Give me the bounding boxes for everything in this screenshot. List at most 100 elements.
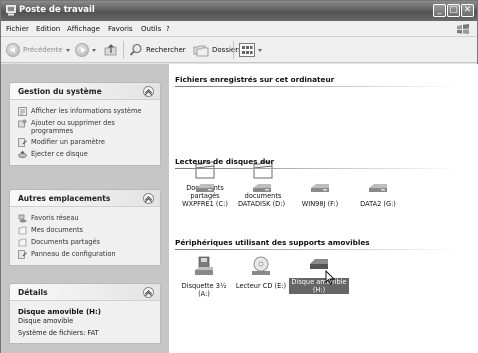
views-button[interactable] — [239, 41, 262, 59]
forward-button[interactable] — [75, 41, 96, 59]
back-label: Précédente — [23, 46, 63, 54]
task-pane: Gestion du système Afficher les informat… — [1, 64, 169, 353]
back-arrow-icon — [6, 43, 20, 57]
toolbar-separator — [123, 41, 124, 59]
item-label: Disquette 3½ — [181, 282, 227, 290]
place-label: Favoris réseau — [31, 214, 79, 222]
collapse-icon[interactable] — [143, 86, 154, 97]
maximize-button[interactable]: □ — [447, 4, 460, 17]
item-drive-f[interactable]: WIN98J (F:) — [297, 182, 343, 208]
task-system-info[interactable]: Afficher les informations système — [18, 107, 152, 116]
task-change-setting[interactable]: Modifier un paramètre — [18, 138, 152, 147]
item-label: DATADISK (D:) — [237, 200, 286, 208]
place-shared-documents[interactable]: Documents partagés — [18, 238, 152, 247]
chevron-down-icon — [92, 48, 96, 52]
item-label: Lecteur CD (E:) — [235, 282, 287, 290]
control-panel-icon — [18, 138, 27, 147]
control-panel-icon — [18, 250, 27, 259]
task-add-remove-programs[interactable]: Ajouter ou supprimer des programmes — [18, 119, 152, 135]
back-button[interactable]: Précédente — [6, 41, 70, 59]
place-label: Mes documents — [31, 226, 83, 234]
forward-arrow-icon — [75, 43, 89, 57]
menu-affichage[interactable]: Affichage — [67, 25, 100, 33]
title-bar[interactable]: Poste de travail _ □ ✕ — [1, 1, 477, 21]
close-button[interactable]: ✕ — [461, 4, 474, 17]
hard-drive-icon — [252, 184, 271, 192]
item-label: (A:) — [198, 290, 210, 298]
item-label: (H:) — [289, 286, 349, 294]
details-filesystem: Système de fichiers: FAT — [18, 329, 99, 337]
add-remove-programs-icon — [18, 119, 27, 128]
item-drive-d[interactable]: DATADISK (D:) — [234, 182, 289, 208]
other-places-header[interactable]: Autres emplacements — [10, 190, 160, 207]
collapse-icon[interactable] — [143, 287, 154, 298]
details-item-name: Disque amovible (H:) — [18, 308, 101, 316]
minimize-button[interactable]: _ — [433, 4, 446, 17]
views-icon — [239, 43, 255, 57]
section-removable-media: Périphériques utilisant des supports amo… — [175, 238, 471, 250]
task-label: Ajouter ou supprimer des programmes — [31, 119, 115, 135]
collapse-icon[interactable] — [143, 193, 154, 204]
task-label: Afficher les informations système — [31, 107, 142, 115]
item-cd-drive-e[interactable]: Lecteur CD (E:) — [233, 256, 289, 290]
other-places-panel: Autres emplacements Favoris réseau Mes d… — [9, 189, 161, 266]
window-title: Poste de travail — [19, 5, 95, 15]
section-divider — [175, 168, 457, 169]
task-eject-disk[interactable]: Éjecter ce disque — [18, 150, 152, 159]
chevron-down-icon — [65, 48, 70, 52]
item-label: Disque amovible — [289, 278, 349, 286]
section-divider — [175, 249, 457, 250]
toolbar: Précédente Rechercher Dossiers — [1, 37, 477, 63]
folders-icon — [193, 45, 209, 57]
explorer-window: Poste de travail _ □ ✕ Fichier Edition A… — [0, 0, 478, 353]
menu-outils[interactable]: Outils — [141, 25, 161, 33]
item-floppy-a[interactable]: Disquette 3½ (A:) — [179, 256, 229, 298]
system-info-icon — [18, 107, 27, 116]
details-header[interactable]: Détails — [10, 284, 160, 301]
folders-label: Dossiers — [212, 46, 242, 54]
eject-icon — [18, 150, 27, 159]
hard-drive-icon — [196, 184, 214, 192]
item-drive-g[interactable]: DATA2 (G:) — [355, 182, 401, 208]
item-removable-h[interactable]: Disque amovible (H:) — [289, 256, 349, 294]
search-label: Rechercher — [146, 46, 186, 54]
search-icon — [129, 43, 142, 56]
task-label: Modifier un paramètre — [31, 138, 105, 146]
menu-fichier[interactable]: Fichier — [6, 25, 29, 33]
folders-button[interactable]: Dossiers — [193, 41, 242, 59]
menu-edition[interactable]: Edition — [36, 25, 60, 33]
shared-documents-icon — [18, 238, 27, 247]
item-drive-c[interactable]: WXPFRE1 (C:) — [179, 182, 231, 208]
system-tasks-title: Gestion du système — [18, 87, 102, 96]
search-button[interactable]: Rechercher — [129, 41, 186, 59]
section-title: Périphériques utilisant des supports amo… — [175, 238, 370, 247]
menu-favoris[interactable]: Favoris — [108, 25, 133, 33]
network-places-icon — [18, 214, 27, 223]
windows-logo-icon — [457, 24, 469, 34]
chevron-down-icon — [258, 48, 262, 52]
details-title: Détails — [18, 288, 48, 297]
system-tasks-header[interactable]: Gestion du système — [10, 83, 160, 100]
place-label: Panneau de configuration — [31, 250, 116, 258]
menu-help[interactable]: ? — [166, 25, 170, 33]
place-label: Documents partagés — [31, 238, 100, 246]
place-control-panel[interactable]: Panneau de configuration — [18, 250, 152, 259]
place-my-documents[interactable]: Mes documents — [18, 226, 152, 235]
place-network[interactable]: Favoris réseau — [18, 214, 152, 223]
system-tasks-panel: Gestion du système Afficher les informat… — [9, 82, 161, 166]
section-divider — [175, 86, 457, 87]
section-stored-files: Fichiers enregistrés sur cet ordinateur — [175, 75, 471, 87]
item-label: WIN98J (F:) — [301, 200, 339, 208]
toolbar-separator — [233, 41, 234, 59]
details-item-type: Disque amovible — [18, 317, 74, 325]
folder-up-icon — [104, 44, 117, 56]
section-title: Lecteurs de disques dur — [175, 157, 275, 166]
floppy-drive-icon — [195, 256, 213, 275]
mouse-cursor-icon — [325, 270, 336, 285]
details-panel: Détails Disque amovible (H:) Disque amov… — [9, 283, 161, 344]
hard-drive-icon — [369, 184, 387, 192]
section-title: Fichiers enregistrés sur cet ordinateur — [175, 75, 335, 84]
task-label: Éjecter ce disque — [31, 150, 88, 158]
file-list: Fichiers enregistrés sur cet ordinateur … — [169, 64, 478, 353]
up-folder-button[interactable] — [104, 41, 118, 59]
